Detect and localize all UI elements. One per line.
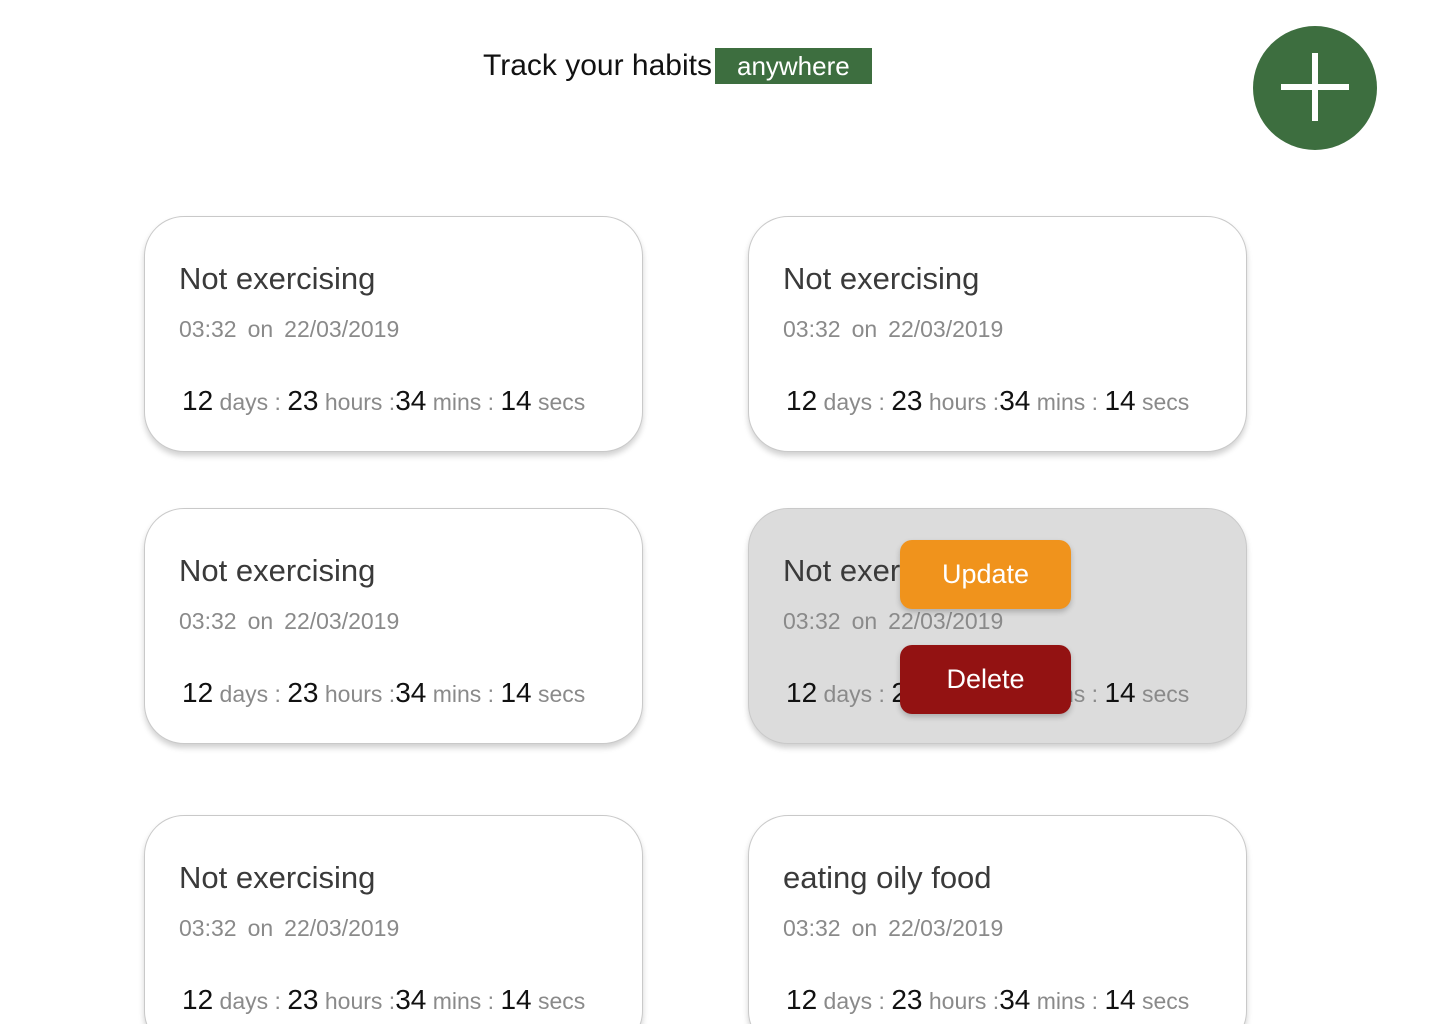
- habit-name: Not exercising: [179, 261, 376, 296]
- on-label: on: [247, 608, 274, 634]
- hours-label: hours :: [928, 988, 1000, 1014]
- habit-start-date: 22/03/2019: [888, 915, 1004, 941]
- habit-name: Not exercising: [783, 261, 980, 296]
- days-label: days :: [823, 988, 885, 1014]
- elapsed-timer: 12 days : 23 hours :34 mins : 14 secs: [182, 677, 585, 709]
- habit-start-datetime: 03:32 on 22/03/2019: [179, 915, 399, 942]
- secs-label: secs: [538, 389, 586, 415]
- habit-start-date: 22/03/2019: [888, 608, 1004, 634]
- on-label: on: [247, 915, 274, 941]
- habit-card[interactable]: eating oily food 03:32 on 22/03/2019 12 da…: [748, 815, 1247, 1024]
- secs-value: 14: [1104, 385, 1136, 416]
- habit-start-time: 03:32: [179, 608, 237, 634]
- days-label: days :: [219, 988, 281, 1014]
- secs-label: secs: [538, 988, 586, 1014]
- tagline: Track your habits: [483, 49, 712, 82]
- mins-label: mins :: [432, 389, 495, 415]
- hours-value: 23: [287, 677, 319, 708]
- habit-tracker-page: Track your habits anywhere Not exercisin…: [0, 0, 1440, 1024]
- habit-start-datetime: 03:32 on 22/03/2019: [783, 915, 1003, 942]
- days-value: 12: [786, 385, 818, 416]
- habit-start-time: 03:32: [179, 915, 237, 941]
- habit-start-date: 22/03/2019: [888, 316, 1004, 342]
- hours-value: 23: [891, 984, 923, 1015]
- hours-label: hours :: [928, 389, 1000, 415]
- on-label: on: [851, 915, 878, 941]
- habit-card[interactable]: Not exercising 03:32 on 22/03/2019 12 days…: [748, 216, 1247, 452]
- mins-label: mins :: [1036, 389, 1099, 415]
- elapsed-timer: 12 days : 23 hours :34 mins : 14 secs: [182, 984, 585, 1016]
- mins-value: 34: [999, 984, 1031, 1015]
- secs-label: secs: [538, 681, 586, 707]
- habit-start-date: 22/03/2019: [284, 915, 400, 941]
- days-value: 12: [182, 677, 214, 708]
- habit-start-datetime: 03:32 on 22/03/2019: [783, 316, 1003, 343]
- mins-value: 34: [395, 677, 427, 708]
- mins-value: 34: [395, 984, 427, 1015]
- add-habit-button[interactable]: [1253, 26, 1377, 150]
- habit-name: Not exercising: [179, 553, 376, 588]
- secs-value: 14: [1104, 677, 1136, 708]
- days-value: 12: [786, 984, 818, 1015]
- habit-card[interactable]: Not exercising 03:32 on 22/03/2019 12 days…: [144, 815, 643, 1024]
- tagline-highlight: anywhere: [714, 48, 872, 84]
- on-label: on: [247, 316, 274, 342]
- secs-value: 14: [500, 984, 532, 1015]
- elapsed-timer: 12 days : 23 hours :34 mins : 14 secs: [786, 385, 1189, 417]
- mins-value: 34: [999, 385, 1031, 416]
- habit-card[interactable]: Not exercising 03:32 on 22/03/2019 12 days…: [144, 216, 643, 452]
- update-button[interactable]: Update: [900, 540, 1071, 609]
- hours-label: hours :: [324, 681, 396, 707]
- hours-value: 23: [287, 984, 319, 1015]
- elapsed-timer: 12 days : 23 hours :34 mins : 14 secs: [786, 984, 1189, 1016]
- habit-name: eating oily food: [783, 860, 992, 895]
- secs-label: secs: [1142, 988, 1190, 1014]
- habit-card-selected[interactable]: Not exercising 03:32 on 22/03/2019 12 days…: [748, 508, 1247, 744]
- habit-start-time: 03:32: [783, 915, 841, 941]
- days-value: 12: [182, 385, 214, 416]
- days-label: days :: [823, 681, 885, 707]
- elapsed-timer: 12 days : 23 hours :34 mins : 14 secs: [182, 385, 585, 417]
- secs-value: 14: [500, 385, 532, 416]
- mins-label: mins :: [432, 681, 495, 707]
- habit-start-datetime: 03:32 on 22/03/2019: [783, 608, 1003, 635]
- hours-label: hours :: [324, 389, 396, 415]
- habit-start-datetime: 03:32 on 22/03/2019: [179, 608, 399, 635]
- days-label: days :: [823, 389, 885, 415]
- habit-start-date: 22/03/2019: [284, 608, 400, 634]
- secs-value: 14: [500, 677, 532, 708]
- hours-value: 23: [891, 385, 923, 416]
- on-label: on: [851, 316, 878, 342]
- delete-button[interactable]: Delete: [900, 645, 1071, 714]
- mins-label: mins :: [432, 988, 495, 1014]
- days-value: 12: [182, 984, 214, 1015]
- habit-card[interactable]: Not exercising 03:32 on 22/03/2019 12 days…: [144, 508, 643, 744]
- habit-start-time: 03:32: [179, 316, 237, 342]
- secs-value: 14: [1104, 984, 1136, 1015]
- secs-label: secs: [1142, 389, 1190, 415]
- hours-value: 23: [287, 385, 319, 416]
- days-label: days :: [219, 389, 281, 415]
- on-label: on: [851, 608, 878, 634]
- habit-start-time: 03:32: [783, 316, 841, 342]
- habit-start-date: 22/03/2019: [284, 316, 400, 342]
- app-header: Track your habits anywhere: [483, 48, 872, 84]
- mins-value: 34: [395, 385, 427, 416]
- secs-label: secs: [1142, 681, 1190, 707]
- habit-start-datetime: 03:32 on 22/03/2019: [179, 316, 399, 343]
- habit-name: Not exercising: [179, 860, 376, 895]
- mins-label: mins :: [1036, 988, 1099, 1014]
- days-value: 12: [786, 677, 818, 708]
- hours-label: hours :: [324, 988, 396, 1014]
- habit-start-time: 03:32: [783, 608, 841, 634]
- days-label: days :: [219, 681, 281, 707]
